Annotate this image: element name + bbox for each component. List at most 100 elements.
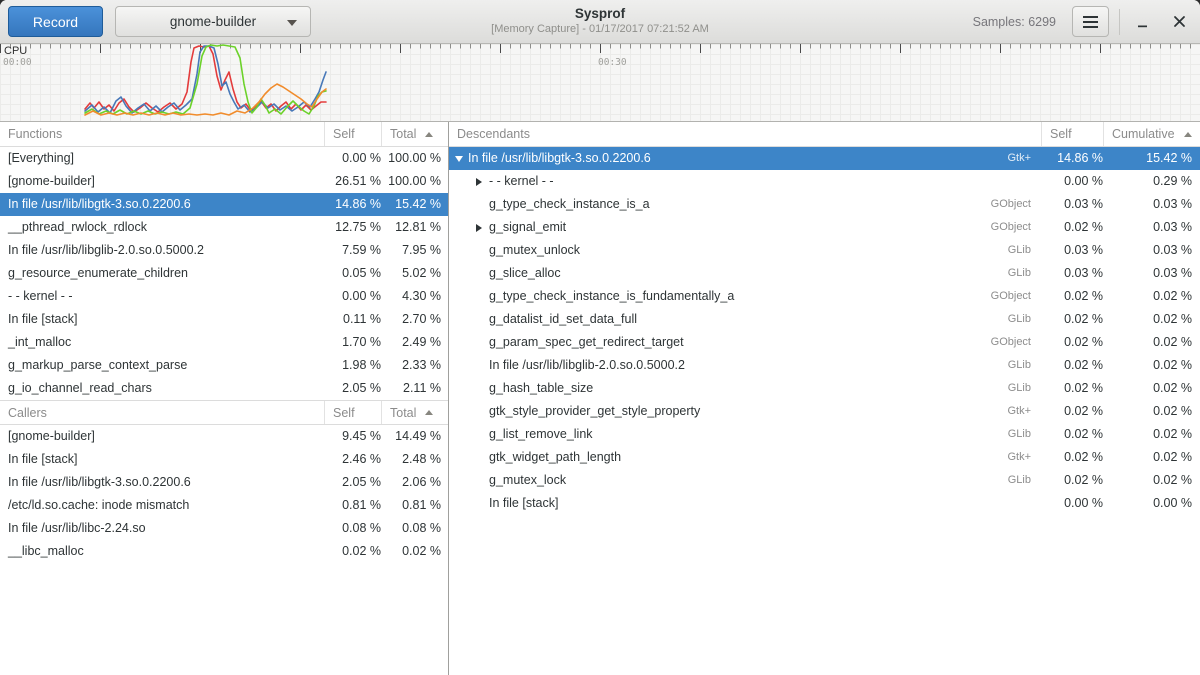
self-percent: 2.46 % [324,448,381,471]
self-percent: 0.02 % [324,540,381,563]
cumulative-percent: 0.00 % [1103,492,1200,515]
cpu-timeline[interactable]: CPU 00:00 00:30 [0,44,1200,122]
descendants-self-column-header[interactable]: Self [1041,122,1103,146]
descendant-name: g_slice_alloc [489,262,561,285]
tree-row[interactable]: g_slice_allocGLib0.03 %0.03 % [449,262,1200,285]
table-row[interactable]: __pthread_rwlock_rdlock12.75 %12.81 % [0,216,448,239]
tree-row[interactable]: gtk_widget_path_lengthGtk+0.02 %0.02 % [449,446,1200,469]
functions-self-column-header[interactable]: Self [324,122,381,146]
descendant-name-cell: g_mutex_lock [449,469,1008,492]
callers-total-column-header[interactable]: Total [381,401,448,424]
descendants-table-header: Descendants Self Cumulative [449,122,1200,147]
expander-open-icon[interactable] [455,156,468,162]
library-badge: GObject [991,193,1041,216]
cumulative-percent: 0.02 % [1103,469,1200,492]
functions-total-column-header[interactable]: Total [381,122,448,146]
function-name: In file [stack] [0,308,324,331]
function-name: g_markup_parse_context_parse [0,354,324,377]
tree-row[interactable]: g_type_check_instance_is_fundamentally_a… [449,285,1200,308]
self-percent: 26.51 % [324,170,381,193]
self-percent: 1.70 % [324,331,381,354]
library-badge: GLib [1008,262,1041,285]
table-row[interactable]: [gnome-builder]26.51 %100.00 % [0,170,448,193]
total-percent: 2.49 % [381,331,448,354]
minimize-button[interactable] [1130,9,1156,35]
table-row[interactable]: g_markup_parse_context_parse1.98 %2.33 % [0,354,448,377]
tree-row[interactable]: g_signal_emitGObject0.02 %0.03 % [449,216,1200,239]
self-percent: 0.02 % [1041,400,1103,423]
tree-row[interactable]: g_hash_table_sizeGLib0.02 %0.02 % [449,377,1200,400]
descendants-column-header[interactable]: Descendants [449,122,1041,146]
table-row[interactable]: g_io_channel_read_chars2.05 %2.11 % [0,377,448,400]
cumulative-percent: 0.02 % [1103,308,1200,331]
self-percent: 0.02 % [1041,423,1103,446]
expander-closed-icon[interactable] [476,224,489,232]
cumulative-percent: 0.29 % [1103,170,1200,193]
self-percent: 7.59 % [324,239,381,262]
descendant-name-cell: In file /usr/lib/libgtk-3.so.0.2200.6 [449,147,1007,170]
tree-row[interactable]: In file /usr/lib/libglib-2.0.so.0.5000.2… [449,354,1200,377]
cpu-graph[interactable] [0,44,1200,122]
total-percent: 0.81 % [381,494,448,517]
tree-row[interactable]: g_list_remove_linkGLib0.02 %0.02 % [449,423,1200,446]
table-row[interactable]: - - kernel - -0.00 %4.30 % [0,285,448,308]
close-button[interactable] [1166,9,1192,35]
function-name: g_resource_enumerate_children [0,262,324,285]
descendant-name: - - kernel - - [489,170,554,193]
callers-self-column-header[interactable]: Self [324,401,381,424]
table-row[interactable]: __libc_malloc0.02 %0.02 % [0,540,448,563]
tree-row[interactable]: In file /usr/lib/libgtk-3.so.0.2200.6Gtk… [449,147,1200,170]
descendant-name-cell: g_type_check_instance_is_a [449,193,991,216]
tree-row[interactable]: g_param_spec_get_redirect_targetGObject0… [449,331,1200,354]
cumulative-percent: 0.02 % [1103,285,1200,308]
expander-closed-icon[interactable] [476,178,489,186]
self-percent: 0.02 % [1041,354,1103,377]
tree-row[interactable]: gtk_style_provider_get_style_propertyGtk… [449,400,1200,423]
table-row[interactable]: [gnome-builder]9.45 %14.49 % [0,425,448,448]
cpu-label: CPU [4,45,27,57]
table-row[interactable]: In file /usr/lib/libgtk-3.so.0.2200.62.0… [0,471,448,494]
profile-panes: Functions Self Total [Everything]0.00 %1… [0,122,1200,675]
descendants-cumulative-column-header[interactable]: Cumulative [1103,122,1200,146]
functions-column-header[interactable]: Functions [0,122,324,146]
record-button[interactable]: Record [8,6,103,37]
tree-row[interactable]: g_mutex_unlockGLib0.03 %0.03 % [449,239,1200,262]
process-selector[interactable]: gnome-builder [115,6,311,37]
tree-row[interactable]: g_mutex_lockGLib0.02 %0.02 % [449,469,1200,492]
descendants-pane: Descendants Self Cumulative In file /usr… [449,122,1200,675]
table-row[interactable]: In file /usr/lib/libgtk-3.so.0.2200.614.… [0,193,448,216]
callers-column-header[interactable]: Callers [0,401,324,424]
table-row[interactable]: In file [stack]2.46 %2.48 % [0,448,448,471]
table-row[interactable]: In file [stack]0.11 %2.70 % [0,308,448,331]
tree-row[interactable]: - - kernel - -0.00 %0.29 % [449,170,1200,193]
tree-row[interactable]: g_datalist_id_set_data_fullGLib0.02 %0.0… [449,308,1200,331]
self-percent: 0.02 % [1041,216,1103,239]
function-name: In file /usr/lib/libgtk-3.so.0.2200.6 [0,471,324,494]
expander-triangle [476,224,482,232]
tree-row[interactable]: In file [stack]0.00 %0.00 % [449,492,1200,515]
samples-count: Samples: 6299 [973,15,1056,29]
cumulative-percent: 0.02 % [1103,354,1200,377]
library-badge: GLib [1008,469,1041,492]
hamburger-icon [1083,16,1098,18]
table-row[interactable]: _int_malloc1.70 %2.49 % [0,331,448,354]
table-row[interactable]: /etc/ld.so.cache: inode mismatch0.81 %0.… [0,494,448,517]
self-percent: 0.02 % [1041,446,1103,469]
headerbar: Record gnome-builder Sysprof [Memory Cap… [0,0,1200,44]
callers-table-header: Callers Self Total [0,400,448,425]
expander-triangle [476,178,482,186]
table-row[interactable]: [Everything]0.00 %100.00 % [0,147,448,170]
self-percent: 0.81 % [324,494,381,517]
table-row[interactable]: g_resource_enumerate_children0.05 %5.02 … [0,262,448,285]
table-row[interactable]: In file /usr/lib/libglib-2.0.so.0.5000.2… [0,239,448,262]
menu-button[interactable] [1072,6,1109,37]
function-name: [Everything] [0,147,324,170]
library-badge: GObject [991,216,1041,239]
table-row[interactable]: In file /usr/lib/libc-2.24.so0.08 %0.08 … [0,517,448,540]
total-percent: 100.00 % [381,147,448,170]
total-percent: 2.48 % [381,448,448,471]
window-title-area: Sysprof [Memory Capture] - 01/17/2017 07… [491,6,709,35]
self-percent: 0.08 % [324,517,381,540]
tree-row[interactable]: g_type_check_instance_is_aGObject0.03 %0… [449,193,1200,216]
descendant-name: g_datalist_id_set_data_full [489,308,637,331]
